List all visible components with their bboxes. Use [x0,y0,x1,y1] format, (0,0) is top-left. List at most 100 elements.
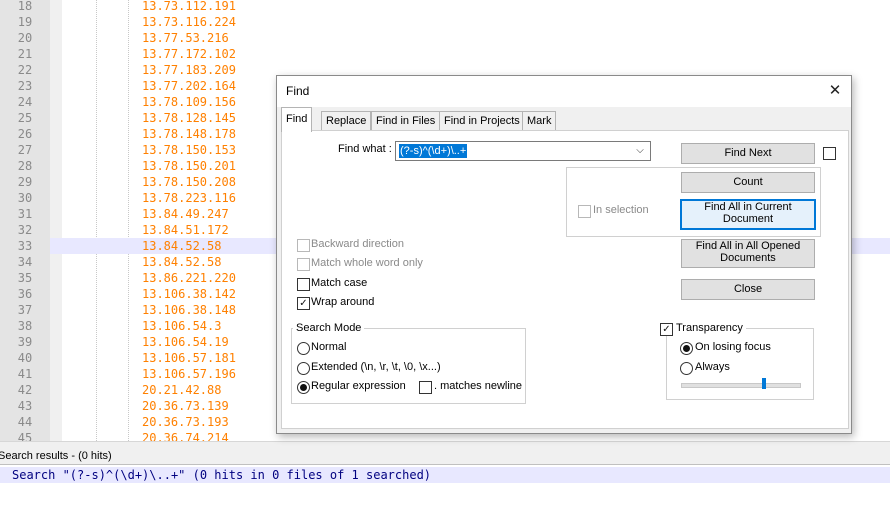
pin-checkbox[interactable] [823,147,836,160]
line-number: 34 [0,254,50,270]
extended-radio[interactable] [297,362,310,375]
line-number: 26 [0,126,50,142]
line-text: 13.78.150.208 [142,175,236,189]
wrap-around-checkbox[interactable]: ✓ [297,297,310,310]
transparency-checkbox[interactable]: ✓ [660,323,673,336]
always-radio[interactable] [680,362,693,375]
search-results-title: Search results - (0 hits) [0,450,112,462]
line-number: 40 [0,350,50,366]
editor-line[interactable]: 20 13.77.53.216 [0,30,890,46]
find-all-opened-documents-button[interactable]: Find All in All Opened Documents [681,239,815,268]
find-all-current-document-button[interactable]: Find All in Current Document [680,199,816,230]
line-text: 13.84.51.172 [142,223,229,237]
line-number: 24 [0,94,50,110]
line-text: 13.73.112.191 [142,0,236,13]
dialog-titlebar[interactable]: Find ✕ [277,76,851,107]
line-number: 20 [0,30,50,46]
find-all-current-line1: Find All in Current [704,201,792,213]
line-text: 13.106.38.142 [142,287,236,301]
line-text: 13.73.116.224 [142,15,236,29]
line-text: 13.106.38.148 [142,303,236,317]
match-whole-word-checkbox[interactable] [297,258,310,271]
line-text: 13.78.150.201 [142,159,236,173]
line-text: 13.78.109.156 [142,95,236,109]
line-number: 27 [0,142,50,158]
line-text: 13.106.57.181 [142,351,236,365]
search-result-line[interactable]: Search "(?-s)^(\d+)\..+" (0 hits in 0 fi… [0,467,890,483]
wrap-around-label: Wrap around [311,296,375,308]
line-number: 38 [0,318,50,334]
panel-splitter[interactable] [0,441,890,448]
line-text: 20.36.73.193 [142,415,229,429]
in-selection-label: In selection [593,204,649,216]
backward-direction-label: Backward direction [311,238,404,250]
tab-find[interactable]: Find [281,107,313,132]
check-icon: ✓ [299,298,308,309]
matches-newline-checkbox[interactable] [419,381,432,394]
line-number: 33 [0,238,50,254]
editor-line[interactable]: 18 13.73.112.191 [0,0,890,14]
chevron-down-icon[interactable]: ⌵ [633,143,647,159]
tab-replace[interactable]: Replace [321,111,372,131]
line-text: 13.84.52.58 [142,239,222,253]
transparency-slider-thumb[interactable] [761,378,766,389]
find-all-current-line2: Document [722,213,774,225]
normal-radio[interactable] [297,342,310,355]
line-number: 42 [0,382,50,398]
tab-mark[interactable]: Mark [522,111,557,131]
regular-expression-radio[interactable] [297,381,310,394]
tab-find-in-projects[interactable]: Find in Projects [439,111,525,131]
line-text: 13.77.183.209 [142,63,236,77]
check-icon: ✓ [662,324,671,335]
transparency-label: Transparency [673,322,746,334]
line-number: 44 [0,414,50,430]
line-number: 36 [0,286,50,302]
match-case-label: Match case [311,277,368,289]
line-number: 19 [0,14,50,30]
line-text: 13.84.49.247 [142,207,229,221]
on-losing-focus-radio[interactable] [680,342,693,355]
editor-line[interactable]: 21 13.77.172.102 [0,46,890,62]
count-button[interactable]: Count [681,172,815,193]
close-icon[interactable]: ✕ [823,80,847,102]
search-results-panel[interactable]: Search "(?-s)^(\d+)\..+" (0 hits in 0 fi… [0,465,890,509]
backward-direction-checkbox[interactable] [297,239,310,252]
extended-label: Extended (\n, \r, \t, \0, \x...) [311,361,441,373]
always-label: Always [695,361,730,373]
line-number: 31 [0,206,50,222]
close-button[interactable]: Close [681,279,815,300]
line-number: 43 [0,398,50,414]
tab-find-in-files[interactable]: Find in Files [371,111,441,131]
matches-newline-label: . matches newline [434,380,523,392]
regular-expression-label: Regular expression [311,380,406,392]
match-whole-word-label: Match whole word only [311,257,423,269]
line-text: 13.78.148.178 [142,127,236,141]
normal-label: Normal [311,341,347,353]
in-selection-checkbox[interactable] [578,205,591,218]
line-text: 13.77.53.216 [142,31,229,45]
line-number: 29 [0,174,50,190]
line-text: 13.78.150.153 [142,143,236,157]
dialog-title: Find [286,84,310,98]
line-text: 13.86.221.220 [142,271,236,285]
line-number: 30 [0,190,50,206]
line-text: 13.78.128.145 [142,111,236,125]
line-text: 20.36.74.214 [142,431,229,441]
transparency-slider-track[interactable] [681,383,801,388]
search-result-text: Search "(?-s)^(\d+)\..+" (0 hits in 0 fi… [12,468,432,482]
match-case-checkbox[interactable] [297,278,310,291]
find-tab-panel: Find what : (?-s)^(\d+)\..+ ⌵ Find Next … [281,130,849,429]
on-losing-focus-label: On losing focus [695,341,771,353]
find-all-opened-line2: Documents [720,252,776,264]
find-what-input[interactable]: (?-s)^(\d+)\..+ [399,144,468,158]
find-what-combobox[interactable]: (?-s)^(\d+)\..+ ⌵ [395,141,651,161]
line-text: 13.106.54.19 [142,335,229,349]
line-number: 23 [0,78,50,94]
editor-line[interactable]: 19 13.73.116.224 [0,14,890,30]
find-next-button[interactable]: Find Next [681,143,815,164]
line-number: 28 [0,158,50,174]
line-text: 13.84.52.58 [142,255,222,269]
line-number: 21 [0,46,50,62]
line-number: 35 [0,270,50,286]
line-number: 41 [0,366,50,382]
